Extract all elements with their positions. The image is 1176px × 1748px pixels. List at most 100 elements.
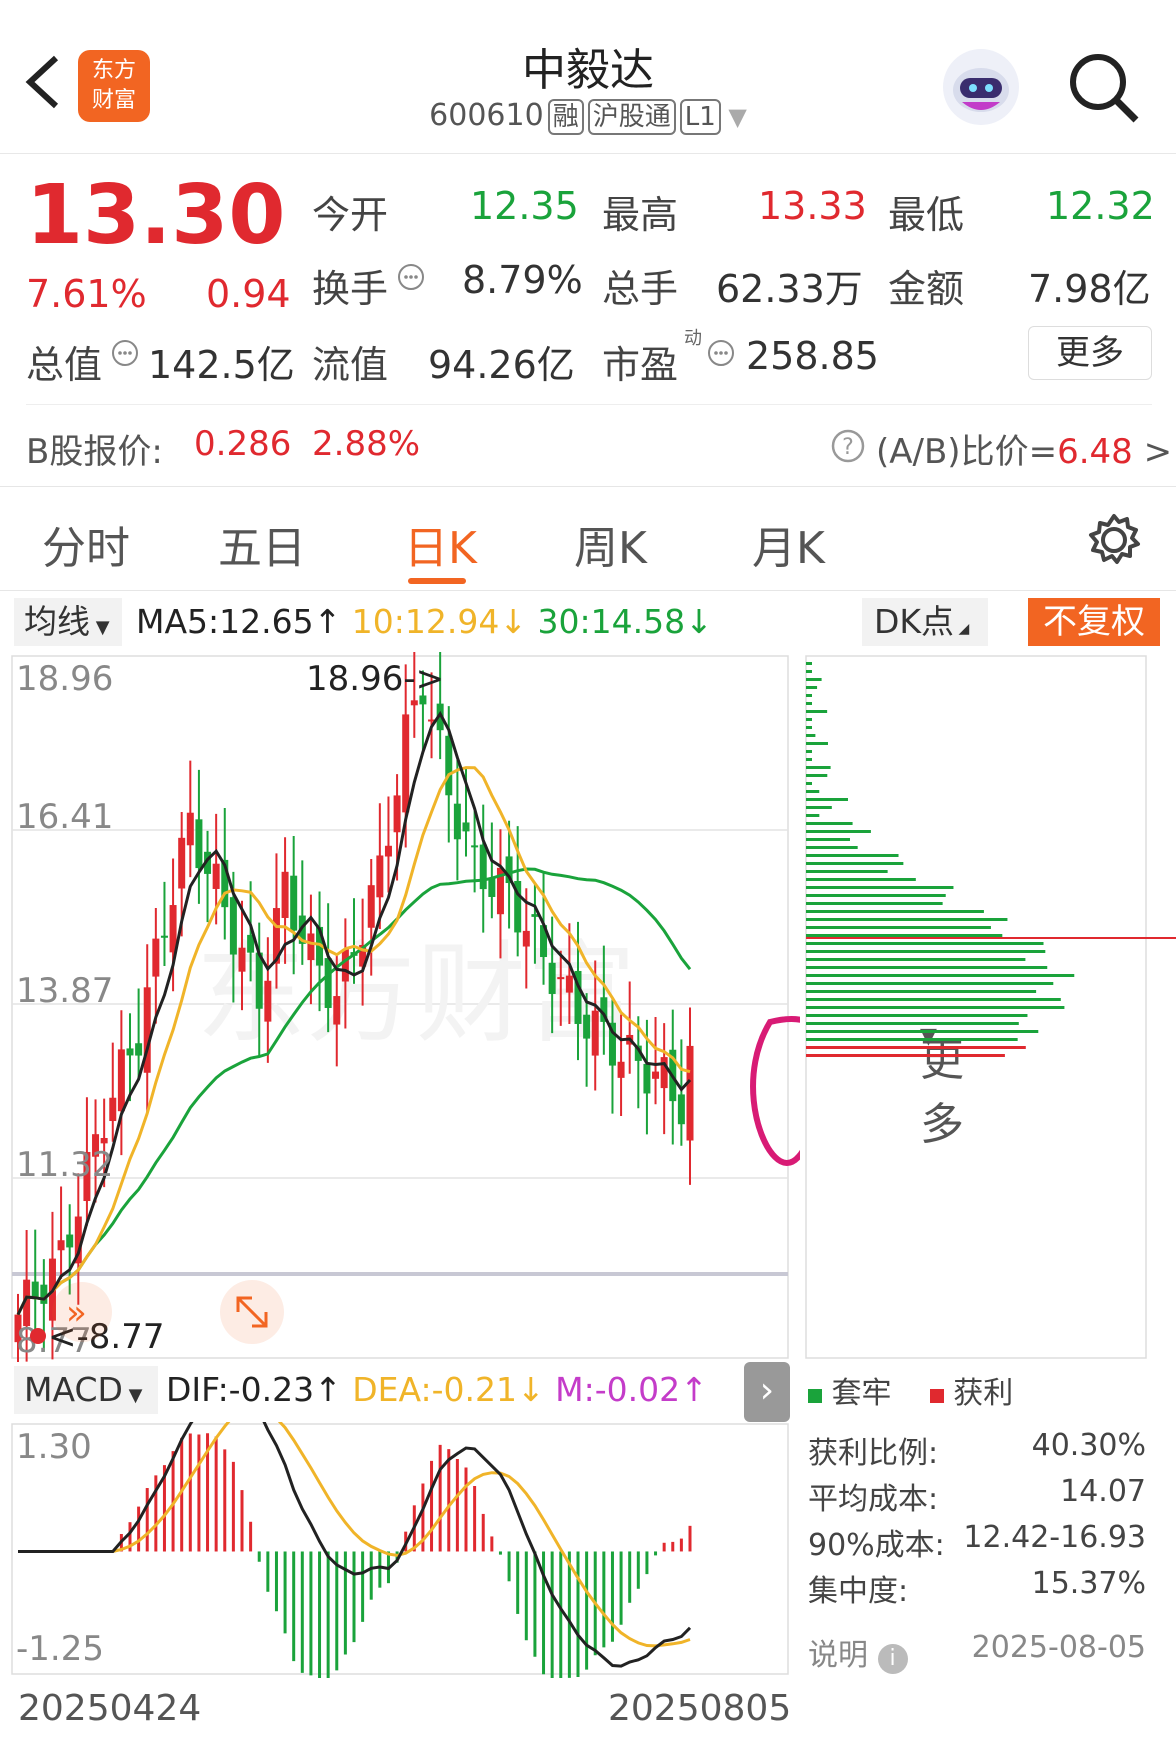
adjust-button[interactable]: 不复权 <box>1028 598 1160 646</box>
ma-values: MA5:12.65↑ 10:12.94↓ 30:14.58↓ <box>136 602 713 641</box>
tab-monthly-k[interactable]: 月K <box>752 512 825 576</box>
stock-code: 600610 <box>429 98 544 133</box>
profit-ratio-label: 获利比例: <box>808 1436 939 1471</box>
candle-body <box>333 996 341 1025</box>
chip-bar <box>806 918 1008 921</box>
chip-bar <box>806 790 820 793</box>
candle-body <box>126 1048 134 1056</box>
robot-avatar-icon[interactable] <box>940 46 1022 128</box>
chip-bar <box>806 726 812 729</box>
chip-bar <box>806 950 1046 953</box>
double-chevron-icon: » <box>66 1293 87 1333</box>
tab-weekly-k[interactable]: 周K <box>574 512 647 576</box>
candle-body <box>229 897 237 955</box>
more-quote-button[interactable]: 更多 <box>1028 326 1152 380</box>
mktcap-value: 142.5亿 <box>148 343 295 387</box>
chip-bar <box>806 742 828 745</box>
pe-sup: 动 <box>684 328 702 349</box>
dif-value: DIF:-0.23↑ <box>166 1370 342 1409</box>
tag-level: L1 <box>679 99 721 135</box>
chip-bar <box>806 678 822 681</box>
chip-bar <box>806 1054 1005 1057</box>
avg-cost-value: 14.07 <box>1060 1474 1146 1509</box>
bshare-pct: 2.88% <box>312 424 421 464</box>
m-value: M:-0.02↑ <box>555 1370 708 1409</box>
candle-body <box>565 975 573 993</box>
candle-body <box>367 885 375 928</box>
cost-90-label: 90%成本: <box>808 1528 945 1563</box>
candle-body <box>57 1240 65 1251</box>
macd-selector[interactable]: MACD ▼ <box>14 1366 158 1414</box>
y-tick-4: 11.32 <box>16 1145 113 1185</box>
candle-body <box>522 930 530 947</box>
low-label: 最低 <box>888 193 965 237</box>
candle-body <box>178 837 186 889</box>
candle-body <box>109 1097 117 1122</box>
candle-body <box>135 1043 143 1056</box>
volume-label: 总手 <box>602 267 679 311</box>
chip-bar <box>806 766 831 769</box>
chip-bars <box>806 662 1176 1057</box>
hand-drawn-annotation <box>750 1015 800 1166</box>
help-icon[interactable]: ? <box>830 428 866 464</box>
tag-margin: 融 <box>547 99 584 135</box>
ma30-value: 30:14.58↓ <box>537 602 713 641</box>
candle-body <box>290 875 298 931</box>
candle-body <box>152 938 160 977</box>
tag-connect: 沪股通 <box>587 99 676 135</box>
chip-bar <box>806 758 812 761</box>
candle-body <box>324 958 332 1008</box>
chip-bar <box>806 1046 1026 1049</box>
chip-bar <box>806 782 812 785</box>
candle-body <box>402 714 410 813</box>
kline-chart[interactable]: 东方财富 18.96 16.41 13.87 11.32 8.77 18.96-… <box>0 652 800 1362</box>
max-price-note: 18.96-> <box>306 659 444 699</box>
low-value: 12.32 <box>1046 184 1155 228</box>
chip-bar <box>806 966 1048 969</box>
avg-cost-label: 平均成本: <box>808 1482 939 1517</box>
info-icon[interactable] <box>110 338 140 368</box>
chip-bar <box>806 694 812 697</box>
candle-body <box>160 935 168 938</box>
candle-body <box>488 877 496 897</box>
search-icon[interactable] <box>1068 52 1140 124</box>
float-label: 流值 <box>312 343 389 387</box>
chip-bar <box>806 894 946 897</box>
profit-ratio-value: 40.30% <box>1031 1428 1146 1463</box>
tab-daily-k[interactable]: 日K <box>404 512 477 576</box>
candle-body <box>591 1010 599 1056</box>
chip-bar <box>806 670 812 673</box>
tab-five-day[interactable]: 五日 <box>218 512 306 576</box>
mktcap-label: 总值 <box>26 343 103 387</box>
cost-90-value: 12.42-16.93 <box>963 1520 1146 1555</box>
chip-bar <box>806 942 1044 945</box>
chevron-right-icon[interactable]: › <box>744 1362 790 1422</box>
candle-body <box>40 1284 48 1304</box>
info-icon: i <box>877 1644 908 1674</box>
chip-bar <box>806 702 812 705</box>
ab-ratio[interactable]: (A/B)比价=6.48 > <box>876 424 1172 473</box>
chip-bar <box>806 838 850 841</box>
gear-icon[interactable] <box>1086 512 1142 568</box>
info-icon[interactable] <box>396 262 426 292</box>
turnover-label: 换手 <box>312 267 389 311</box>
change-percent: 7.61% <box>26 272 147 316</box>
divider <box>0 486 1176 487</box>
high-value: 13.33 <box>758 184 867 228</box>
tab-minute[interactable]: 分时 <box>42 512 130 576</box>
dk-button[interactable]: DK点 ◢ <box>862 598 988 646</box>
chip-bar <box>806 710 828 713</box>
bshare-price: 0.286 <box>194 424 292 464</box>
chip-bar <box>806 958 1026 961</box>
turnover-value: 8.79% <box>462 258 583 302</box>
explain-link[interactable]: 说明 i <box>808 1630 908 1674</box>
candle-body <box>264 980 272 1022</box>
concentration-label: 集中度: <box>808 1574 909 1609</box>
indicator-selector[interactable]: 均线 ▼ <box>14 598 122 646</box>
candle-body <box>471 845 479 848</box>
chip-bar <box>806 1006 1065 1009</box>
y-tick-3: 13.87 <box>16 971 113 1011</box>
candle-body <box>66 1234 74 1248</box>
dropdown-icon[interactable]: ▼ <box>721 103 746 131</box>
info-icon[interactable] <box>706 338 736 368</box>
